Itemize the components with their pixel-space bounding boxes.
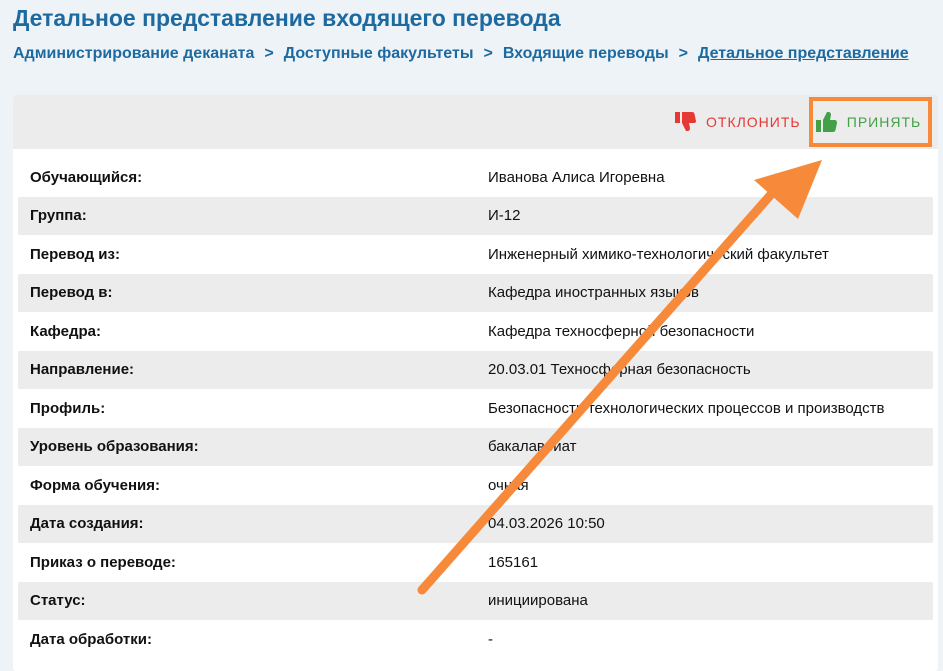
detail-value: очная [488, 476, 529, 494]
detail-value: бакалавриат [488, 438, 577, 456]
detail-label: Обучающийся: [30, 168, 143, 186]
breadcrumb-item-faculties[interactable]: Доступные факультеты [284, 45, 474, 63]
detail-label: Приказ о переводе: [30, 553, 176, 571]
detail-row-created-date: Дата создания: 04.03.2026 10:50 [18, 504, 933, 543]
detail-row-profile: Профиль: Безопасность технологических пр… [18, 389, 933, 428]
detail-value: Инженерный химико-технологический факуль… [488, 245, 829, 263]
breadcrumb-item-dean-admin[interactable]: Администрирование деканата [13, 45, 254, 63]
reject-button-label: ОТКЛОНИТЬ [706, 114, 801, 130]
breadcrumb-separator: > [483, 45, 493, 62]
detail-value: Иванова Алиса Игоревна [488, 168, 665, 186]
detail-row-transfer-from: Перевод из: Инженерный химико-технологич… [18, 235, 933, 274]
detail-value: - [488, 630, 493, 648]
detail-label: Форма обучения: [30, 476, 160, 494]
detail-label: Перевод из: [30, 245, 120, 263]
breadcrumb-separator: > [264, 45, 274, 62]
detail-label: Дата создания: [30, 515, 144, 533]
detail-row-education-level: Уровень образования: бакалавриат [18, 427, 933, 466]
detail-rows: Обучающийся: Иванова Алиса Игоревна Груп… [13, 158, 938, 659]
page-title: Детальное представление входящего перево… [13, 5, 561, 31]
detail-row-transfer-order: Приказ о переводе: 165161 [18, 543, 933, 582]
page: Детальное представление входящего перево… [0, 0, 943, 671]
detail-label: Направление: [30, 361, 135, 379]
detail-value: 04.03.2026 10:50 [488, 515, 605, 533]
detail-label: Профиль: [30, 399, 106, 417]
breadcrumb-separator: > [678, 45, 688, 62]
detail-row-group: Группа: И-12 [18, 196, 933, 235]
detail-row-direction: Направление: 20.03.01 Техносферная безоп… [18, 350, 933, 389]
transfer-detail-card: ОТКЛОНИТЬ ПРИНЯТЬ Обучающийся: Иванова А… [13, 95, 938, 671]
detail-value: Кафедра иностранных языков [488, 284, 699, 302]
detail-value: 165161 [488, 553, 539, 571]
accept-button[interactable]: ПРИНЯТЬ [809, 97, 932, 147]
breadcrumb: Администрирование деканата > Доступные ф… [13, 45, 909, 63]
detail-row-processed-date: Дата обработки: - [18, 620, 933, 659]
detail-row-department: Кафедра: Кафедра техносферной безопаснос… [18, 312, 933, 351]
detail-row-study-form: Форма обучения: очная [18, 466, 933, 505]
detail-label: Уровень образования: [30, 438, 199, 456]
breadcrumb-item-detail-view[interactable]: Детальное представление [698, 45, 909, 63]
thumbs-up-icon [815, 112, 837, 132]
detail-value: И-12 [488, 207, 521, 225]
detail-label: Кафедра: [30, 322, 101, 340]
thumbs-down-icon [675, 112, 696, 131]
action-toolbar: ОТКЛОНИТЬ ПРИНЯТЬ [13, 95, 938, 149]
detail-label: Дата обработки: [30, 630, 152, 648]
reject-button[interactable]: ОТКЛОНИТЬ [675, 102, 801, 142]
detail-row-status: Статус: инициирована [18, 581, 933, 620]
breadcrumb-item-incoming-transfers[interactable]: Входящие переводы [503, 45, 669, 63]
detail-label: Перевод в: [30, 284, 113, 302]
detail-value: инициирована [488, 592, 588, 610]
detail-value: 20.03.01 Техносферная безопасность [488, 361, 751, 379]
detail-value: Безопасность технологических процессов и… [488, 399, 885, 417]
detail-label: Группа: [30, 207, 87, 225]
detail-row-student: Обучающийся: Иванова Алиса Игоревна [18, 158, 933, 197]
detail-value: Кафедра техносферной безопасности [488, 322, 755, 340]
accept-button-label: ПРИНЯТЬ [846, 114, 922, 130]
detail-label: Статус: [30, 592, 86, 610]
detail-row-transfer-to: Перевод в: Кафедра иностранных языков [18, 273, 933, 312]
